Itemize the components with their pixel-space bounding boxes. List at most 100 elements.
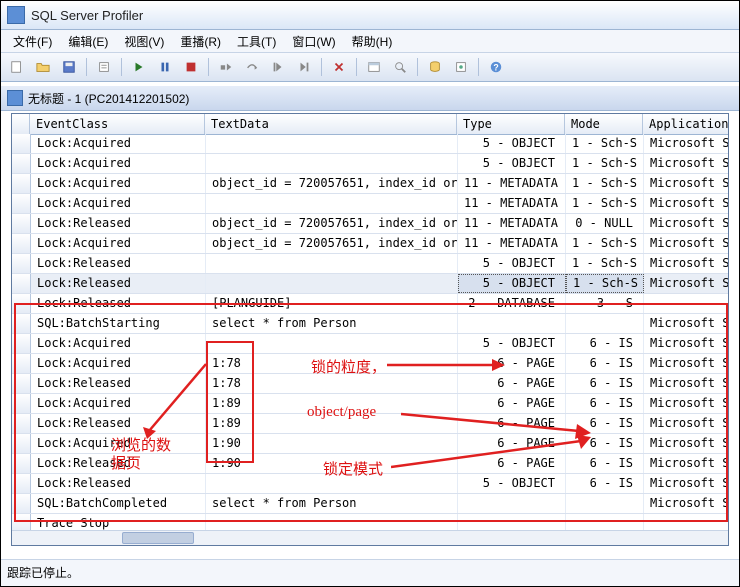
cell-eventclass: Lock:Released [31,274,206,293]
cell-mode: 1 - Sch-S [566,174,644,193]
table-row[interactable]: Lock:Acquired1:786 - PAGE6 - ISMicrosoft… [12,354,728,374]
run-button[interactable] [127,56,151,78]
table-row[interactable]: Trace Stop [12,514,728,531]
status-bar: 跟踪已停止。 [1,559,739,586]
col-header-eventclass[interactable]: EventClass [30,114,205,134]
row-handle [12,294,31,313]
table-row[interactable]: Lock:Released1:906 - PAGE6 - ISMicrosoft… [12,454,728,474]
replay-button[interactable] [266,56,290,78]
menu-edit[interactable]: 编辑(E) [60,31,116,52]
table-row[interactable]: Lock:Acquired11 - METADATA1 - Sch-SMicro… [12,194,728,214]
cell-appname: Microsoft SQ... [644,234,728,253]
toolbar-separator [417,58,418,76]
horizontal-scrollbar[interactable] [12,530,728,545]
cell-type: 6 - PAGE [458,414,566,433]
menu-file[interactable]: 文件(F) [5,31,60,52]
cell-mode: 6 - IS [566,434,644,453]
table-row[interactable]: Lock:Releasedobject_id = 720057651, inde… [12,214,728,234]
stop-button[interactable] [179,56,203,78]
cell-mode: 1 - Sch-S [566,154,644,173]
cell-appname: Microsoft SQ... [644,434,728,453]
step-button[interactable] [214,56,238,78]
clear-button[interactable] [327,56,351,78]
template-button[interactable] [362,56,386,78]
menu-tools[interactable]: 工具(T) [229,31,284,52]
grid-body[interactable]: Lock:Acquired5 - OBJECT1 - Sch-SMicrosof… [12,134,728,531]
cell-textdata: object_id = 720057651, index_id or ... [206,234,458,253]
cell-type: 5 - OBJECT [458,334,566,353]
cell-eventclass: Trace Stop [31,514,206,531]
cell-type: 5 - OBJECT [458,474,566,493]
cell-textdata: select * from Person [206,494,458,513]
table-row[interactable]: SQL:BatchStartingselect * from PersonMic… [12,314,728,334]
toolbar-separator [121,58,122,76]
cell-eventclass: Lock:Acquired [31,154,206,173]
filter-button[interactable] [449,56,473,78]
pause-button[interactable] [153,56,177,78]
document-icon [7,90,23,106]
row-handle [12,174,31,193]
database-button[interactable] [423,56,447,78]
table-row[interactable]: Lock:Released5 - OBJECT6 - ISMicrosoft S… [12,474,728,494]
col-header-mode[interactable]: Mode [565,114,643,134]
row-handle [12,434,31,453]
cell-appname: Microsoft SQ... [644,134,728,153]
col-header-type[interactable]: Type [457,114,565,134]
cell-appname: Microsoft SQ... [644,414,728,433]
cell-type: 5 - OBJECT [458,154,566,173]
menu-help[interactable]: 帮助(H) [344,31,401,52]
cell-mode [566,494,644,513]
table-row[interactable]: SQL:BatchCompletedselect * from PersonMi… [12,494,728,514]
table-row[interactable]: Lock:Released1:786 - PAGE6 - ISMicrosoft… [12,374,728,394]
properties-button[interactable] [92,56,116,78]
row-handle [12,314,31,333]
table-row[interactable]: Lock:Acquired5 - OBJECT6 - ISMicrosoft S… [12,334,728,354]
row-handle-header [12,114,30,134]
cell-mode: 3 - S [566,294,644,313]
table-row[interactable]: Lock:Acquired5 - OBJECT1 - Sch-SMicrosof… [12,134,728,154]
open-button[interactable] [31,56,55,78]
cell-eventclass: Lock:Released [31,474,206,493]
toolbar: ? [1,53,739,82]
cell-eventclass: SQL:BatchCompleted [31,494,206,513]
new-trace-button[interactable] [5,56,29,78]
menu-window[interactable]: 窗口(W) [284,31,343,52]
cell-mode: 1 - Sch-S [566,134,644,153]
app-title: SQL Server Profiler [31,8,143,23]
col-header-appname[interactable]: ApplicationName [643,114,729,134]
save-button[interactable] [57,56,81,78]
replay-cursor-button[interactable] [292,56,316,78]
scroll-thumb[interactable] [122,532,194,544]
help-button[interactable]: ? [484,56,508,78]
find-button[interactable] [388,56,412,78]
svg-text:?: ? [493,63,498,73]
table-row[interactable]: Lock:Acquiredobject_id = 720057651, inde… [12,174,728,194]
table-row[interactable]: Lock:Released[PLANGUIDE]2 - DATABASE3 - … [12,294,728,314]
table-row[interactable]: Lock:Acquired1:906 - PAGE6 - ISMicrosoft… [12,434,728,454]
table-row[interactable]: Lock:Acquiredobject_id = 720057651, inde… [12,234,728,254]
col-header-textdata[interactable]: TextData [205,114,457,134]
row-handle [12,454,31,473]
cell-eventclass: Lock:Acquired [31,134,206,153]
table-row[interactable]: Lock:Acquired5 - OBJECT1 - Sch-SMicrosof… [12,154,728,174]
menu-replay[interactable]: 重播(R) [172,31,229,52]
cell-mode: 6 - IS [566,414,644,433]
step-over-button[interactable] [240,56,264,78]
table-row[interactable]: Lock:Released5 - OBJECT1 - Sch-SMicrosof… [12,254,728,274]
cell-textdata [206,334,458,353]
cell-mode: 6 - IS [566,354,644,373]
cell-type [458,494,566,513]
cell-appname [644,514,728,531]
cell-mode: 6 - IS [566,374,644,393]
table-row[interactable]: Lock:Released1:896 - PAGE6 - ISMicrosoft… [12,414,728,434]
cell-mode [566,314,644,333]
row-handle [12,154,31,173]
table-row[interactable]: Lock:Released5 - OBJECT1 - Sch-SMicrosof… [12,274,728,294]
cell-appname: Microsoft SQ... [644,354,728,373]
cell-appname: Microsoft SQ... [644,254,728,273]
cell-eventclass: Lock:Acquired [31,194,206,213]
cell-eventclass: Lock:Acquired [31,354,206,373]
table-row[interactable]: Lock:Acquired1:896 - PAGE6 - ISMicrosoft… [12,394,728,414]
toolbar-separator [478,58,479,76]
menu-view[interactable]: 视图(V) [116,31,172,52]
